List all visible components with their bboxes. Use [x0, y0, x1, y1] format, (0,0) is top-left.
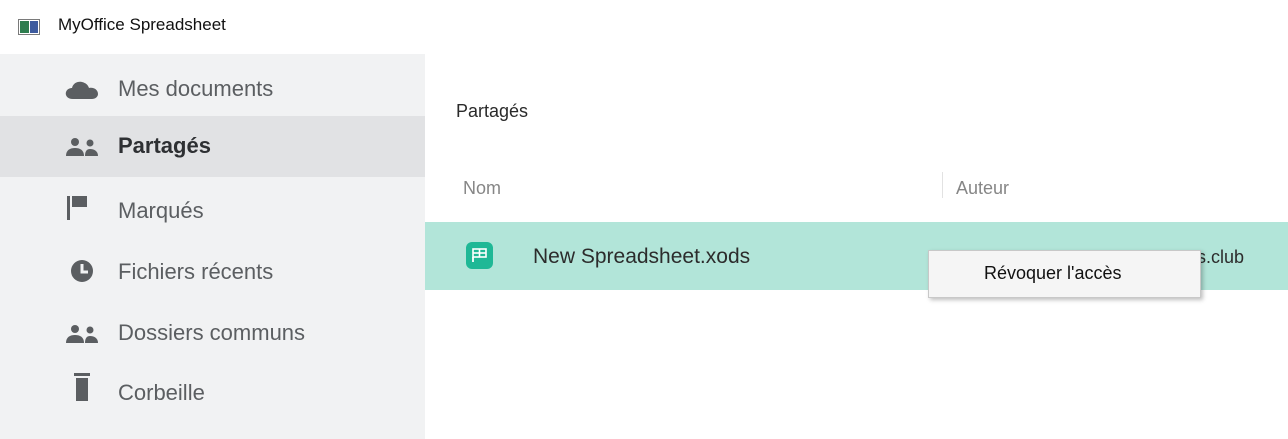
sidebar-item-label: Corbeille — [118, 380, 205, 405]
sidebar-item-partages[interactable]: Partagés — [0, 116, 425, 177]
sidebar: Mes documents Partagés Marqués Fichiers … — [0, 54, 425, 439]
people-icon — [64, 135, 100, 159]
revoke-access-menu-item[interactable]: Révoquer l'accès — [929, 251, 1200, 297]
sidebar-item-label: Mes documents — [118, 76, 274, 101]
flag-icon — [64, 196, 100, 220]
app-icon — [18, 19, 40, 35]
sidebar-item-label: Partagés — [118, 133, 211, 158]
sidebar-item-fichiers-recents[interactable]: Fichiers récents — [0, 243, 425, 304]
column-divider[interactable] — [942, 172, 943, 198]
sidebar-item-label: Dossiers communs — [118, 320, 306, 345]
page-title: Partagés — [456, 101, 529, 121]
sidebar-item-corbeille[interactable]: Corbeille — [0, 363, 425, 424]
column-header-nom[interactable]: Nom — [463, 178, 501, 199]
sidebar-item-dossiers-communs[interactable]: Dossiers communs — [0, 303, 425, 364]
clock-icon — [64, 259, 100, 283]
people-icon — [64, 322, 100, 346]
sidebar-item-label: Marqués — [118, 198, 204, 223]
sidebar-item-marques[interactable]: Marqués — [0, 182, 425, 243]
spreadsheet-file-icon — [466, 242, 493, 269]
title-bar: MyOffice Spreadsheet — [0, 0, 1288, 54]
main-content: Partagés Nom Auteur New Spreadsheet.xods… — [425, 54, 1288, 439]
file-author: s.club — [1197, 247, 1245, 267]
trash-icon — [64, 373, 100, 401]
window-title: MyOffice Spreadsheet — [58, 15, 226, 34]
file-name: New Spreadsheet.xods — [533, 245, 751, 268]
cloud-icon — [64, 78, 100, 102]
column-header-auteur[interactable]: Auteur — [956, 178, 1009, 199]
menu-item-label: Révoquer l'accès — [984, 263, 1122, 283]
context-menu: Révoquer l'accès — [928, 250, 1201, 298]
sidebar-item-mes-documents[interactable]: Mes documents — [0, 60, 425, 121]
sidebar-item-label: Fichiers récents — [118, 259, 274, 284]
